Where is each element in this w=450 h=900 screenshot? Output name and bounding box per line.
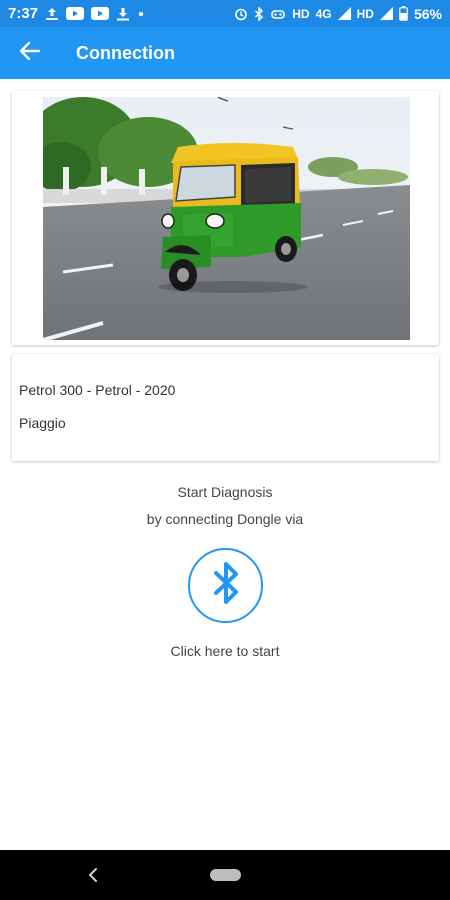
youtube-icon [91,7,110,20]
vehicle-brand: Piaggio [19,415,66,431]
home-pill-icon[interactable] [210,869,241,881]
download-icon [116,7,130,21]
network-type-hd: HD [292,6,310,21]
status-bar: 7:37 HD 4G HD 56% [0,0,450,27]
battery-icon [399,6,408,21]
back-button[interactable] [0,27,60,79]
vehicle-model: Petrol 300 - Petrol - 2020 [19,382,176,398]
diagnosis-subtitle: by connecting Dongle via [146,511,304,527]
signal-icon [337,7,351,20]
status-right: HD 4G HD 56% [234,6,442,22]
vehicle-image-card [12,91,439,345]
start-cta-text[interactable]: Click here to start [0,643,450,659]
network-type-4g: 4G [315,6,332,21]
upload-icon [45,7,59,21]
app-bar: Connection [0,27,450,79]
nav-back-button[interactable] [78,864,108,886]
system-nav-bar [0,850,450,900]
diagnosis-title: Start Diagnosis [177,484,273,500]
status-time: 7:37 [8,5,39,22]
bluetooth-icon [254,6,264,21]
bluetooth-icon [211,561,241,610]
page-title: Connection [76,42,175,63]
network-type-hd-2: HD [356,6,374,21]
vehicle-info-card: Petrol 300 - Petrol - 2020 Piaggio [12,354,439,461]
arrow-left-icon [19,41,41,65]
connection-screen: 7:37 HD 4G HD 56% Connection Petrol 300 … [0,0,450,900]
chevron-left-icon [78,868,108,890]
alarm-icon [234,7,248,21]
signal-icon [379,7,393,20]
status-left: 7:37 [8,5,145,22]
vehicle-image [43,97,410,340]
hotspot-icon [270,7,286,21]
youtube-icon [66,7,85,20]
bluetooth-connect-button[interactable] [188,548,263,623]
dot-icon [137,10,145,18]
battery-percent: 56% [413,5,442,22]
